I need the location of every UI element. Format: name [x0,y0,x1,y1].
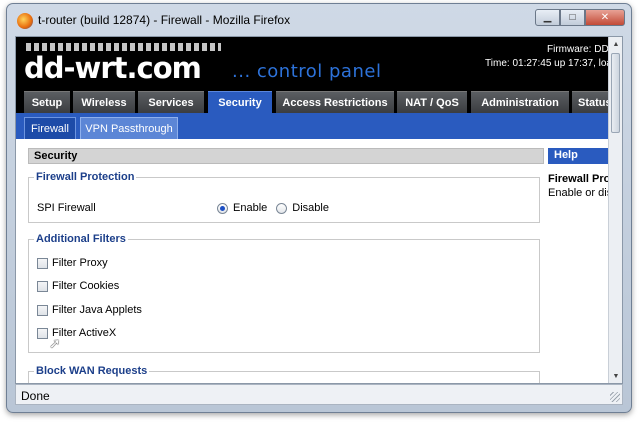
firefox-icon [17,13,33,29]
page-viewport: dd-wrt.com ... control panel Firmware: D… [15,36,623,384]
filter-activex-label: Filter ActiveX [52,327,117,339]
header-dots-decoration [26,43,221,51]
tab-administration[interactable]: Administration [471,91,569,113]
scrollbar-thumb[interactable] [611,53,620,133]
vertical-scrollbar[interactable]: ▲ ▼ [608,37,622,383]
firewall-protection-fieldset: Firewall Protection SPI Firewall Enable … [28,171,540,223]
firewall-protection-legend: Firewall Protection [36,171,135,183]
scroll-up-icon[interactable]: ▲ [609,37,622,51]
window-controls: ▁ □ ✕ [535,9,625,26]
ddwrt-logo: dd-wrt.com [24,51,202,85]
spi-enable-label: Enable [233,202,268,214]
filter-activex-checkbox[interactable] [37,327,48,339]
spi-disable-radio[interactable] [276,202,288,214]
ddwrt-header: dd-wrt.com ... control panel Firmware: D… [16,37,610,91]
status-bar: Done [15,384,623,405]
tab-wireless[interactable]: Wireless [73,91,135,113]
filter-proxy-checkbox[interactable] [37,257,48,269]
additional-filters-fieldset: Additional Filters Filter Proxy Filter C… [28,233,540,353]
tab-access-restrictions[interactable]: Access Restrictions [276,91,394,113]
close-button[interactable]: ✕ [585,9,625,26]
filter-proxy-row: Filter Proxy [37,257,108,269]
filter-cookies-checkbox[interactable] [37,280,48,292]
block-wan-legend: Block WAN Requests [36,365,148,377]
uptime-text: Time: 01:27:45 up 17:37, loa [485,58,610,69]
mouse-cursor-icon: ➚ [49,335,61,351]
resize-grip-icon[interactable] [610,392,620,402]
filter-cookies-label: Filter Cookies [52,280,120,292]
scroll-down-icon[interactable]: ▼ [609,369,622,383]
spi-enable-radio[interactable] [217,202,228,214]
sub-tab-bar: Firewall VPN Passthrough [16,113,610,139]
control-panel-subtitle: ... control panel [232,61,382,82]
filter-proxy-label: Filter Proxy [52,257,108,269]
help-description: Enable or dis [548,187,613,199]
spi-disable-label: Disable [292,202,329,214]
status-text: Done [21,389,50,403]
browser-window: t-router (build 12874) - Firewall - Mozi… [6,3,632,413]
main-tab-bar: Setup Wireless Services Security Access … [16,91,622,113]
title-bar: t-router (build 12874) - Firewall - Mozi… [7,4,631,34]
window-title: t-router (build 12874) - Firewall - Mozi… [38,13,291,27]
filter-java-row: Filter Java Applets [37,304,142,316]
spi-firewall-label: SPI Firewall [37,202,96,214]
maximize-button[interactable]: □ [560,9,585,26]
additional-filters-legend: Additional Filters [36,233,126,245]
firmware-text: Firmware: DD- [547,44,610,55]
minimize-button[interactable]: ▁ [535,9,560,26]
block-wan-fieldset: Block WAN Requests [28,365,540,383]
content-area: Security Help Firewall Pro Enable or dis… [16,139,618,383]
tab-nat-qos[interactable]: NAT / QoS [397,91,467,113]
tab-security[interactable]: Security [208,91,272,113]
subtab-vpn-passthrough[interactable]: VPN Passthrough [80,117,178,139]
tab-services[interactable]: Services [138,91,204,113]
filter-activex-row: Filter ActiveX ➚ [37,327,117,351]
filter-java-checkbox[interactable] [37,304,48,316]
subtab-firewall[interactable]: Firewall [24,117,76,139]
tab-setup[interactable]: Setup [24,91,70,113]
filter-cookies-row: Filter Cookies [37,280,119,292]
spi-firewall-radio-group: Enable Disable [217,202,338,214]
filter-java-label: Filter Java Applets [52,304,142,316]
section-title: Security [28,148,544,164]
firmware-info: Firmware: DD- Time: 01:27:45 up 17:37, l… [485,43,610,71]
help-heading: Firewall Pro [548,173,611,185]
